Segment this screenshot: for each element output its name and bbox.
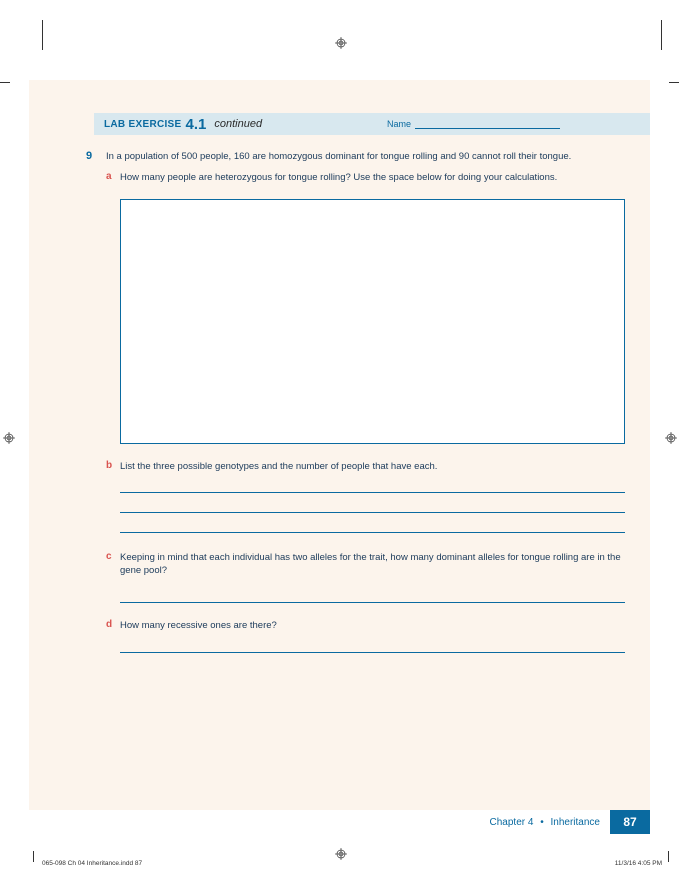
subpart-letter: b (106, 460, 120, 473)
question-9b: b List the three possible genotypes and … (106, 460, 625, 473)
question-text: In a population of 500 people, 160 are h… (106, 150, 571, 163)
subpart-text: Keeping in mind that each individual has… (120, 551, 625, 578)
page-number-tab: 87 (610, 810, 650, 834)
registration-mark-icon (3, 432, 15, 444)
lab-header: LAB EXERCISE 4.1 continued Name (94, 113, 650, 135)
content-area: 9 In a population of 500 people, 160 are… (86, 150, 625, 653)
subpart-text: How many recessive ones are there? (120, 619, 277, 632)
lab-exercise-label: LAB EXERCISE (104, 119, 182, 130)
subpart-letter: d (106, 619, 120, 632)
question-9: 9 In a population of 500 people, 160 are… (86, 150, 625, 163)
question-9d: d How many recessive ones are there? (106, 619, 625, 632)
continued-label: continued (214, 118, 262, 130)
timestamp: 11/3/16 4:05 PM (615, 860, 662, 867)
page-number: 87 (623, 815, 636, 829)
crop-mark (669, 82, 679, 83)
indesign-footer: 065-098 Ch 04 Inheritance.indd 87 11/3/1… (42, 860, 662, 867)
answer-line[interactable] (120, 497, 625, 513)
subpart-letter: a (106, 171, 120, 184)
registration-mark-icon (335, 848, 347, 860)
subpart-text: How many people are heterozygous for ton… (120, 171, 557, 184)
crop-mark (42, 20, 43, 50)
answer-line[interactable] (120, 587, 625, 603)
crop-mark (0, 82, 10, 83)
registration-mark-icon (335, 37, 347, 49)
file-info: 065-098 Ch 04 Inheritance.indd 87 (42, 860, 142, 867)
crop-mark (33, 851, 34, 862)
question-number: 9 (86, 150, 106, 163)
answer-line[interactable] (120, 517, 625, 533)
separator-icon: • (540, 817, 544, 828)
subpart-text: List the three possible genotypes and th… (120, 460, 437, 473)
name-input-line[interactable] (415, 119, 560, 129)
registration-mark-icon (665, 432, 677, 444)
crop-mark (668, 851, 669, 862)
answer-line[interactable] (120, 637, 625, 653)
crop-mark (661, 20, 662, 50)
question-9c: c Keeping in mind that each individual h… (106, 551, 625, 578)
answer-line[interactable] (120, 477, 625, 493)
subpart-letter: c (106, 551, 120, 578)
name-label: Name (387, 119, 411, 129)
chapter-label: Chapter 4 • Inheritance (490, 817, 600, 828)
calculation-box[interactable] (120, 199, 625, 444)
footer: Chapter 4 • Inheritance 87 (490, 810, 650, 834)
chapter-title: Inheritance (551, 817, 600, 828)
question-9a: a How many people are heterozygous for t… (106, 171, 625, 184)
lab-number: 4.1 (186, 116, 207, 133)
chapter-number: Chapter 4 (490, 817, 534, 828)
page-body: LAB EXERCISE 4.1 continued Name 9 In a p… (29, 80, 650, 834)
